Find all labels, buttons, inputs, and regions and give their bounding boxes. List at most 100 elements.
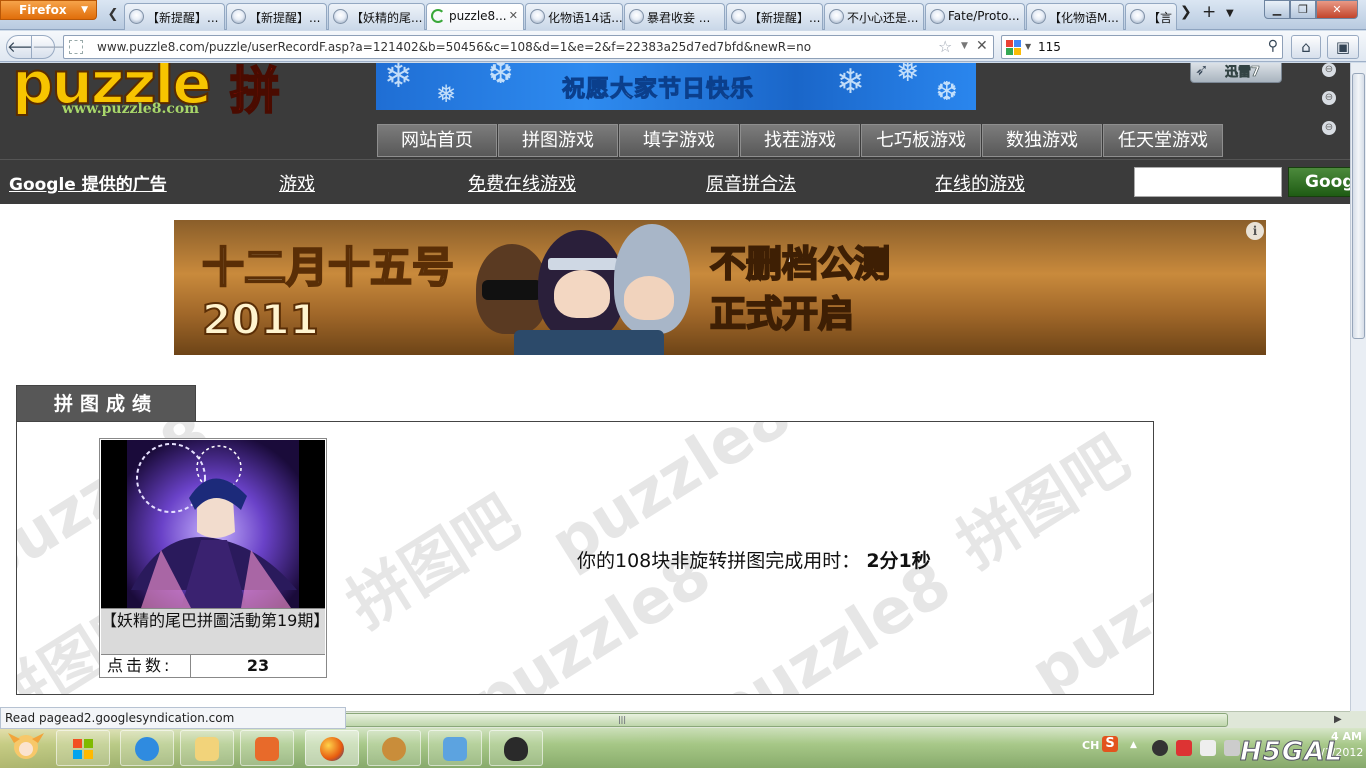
side-scroll-icon[interactable]: ⊖ — [1322, 63, 1336, 77]
result-time: 2分1秒 — [866, 550, 931, 572]
tab-10[interactable]: 【化物语M... — [1026, 3, 1124, 30]
tab-7[interactable]: 【新提醒】... — [726, 3, 823, 30]
tab-scroll-right-icon[interactable]: ❯ — [1180, 4, 1192, 20]
search-icon[interactable]: ⚲ — [1268, 38, 1278, 54]
show-hidden-icons[interactable]: ▲ — [1130, 740, 1137, 750]
tab-2[interactable]: 【新提醒】... — [226, 3, 327, 30]
back-button[interactable]: 🡐 — [6, 35, 47, 59]
windows-taskbar: CH S ▲ 4 AM 2/1/2012 — [0, 728, 1366, 768]
snowflake-icon: ❅ — [436, 80, 457, 108]
taskbar-internet-explorer[interactable] — [120, 730, 174, 766]
vertical-scrollbar-thumb[interactable] — [1352, 73, 1365, 339]
qq-tray-icon[interactable] — [1152, 740, 1168, 756]
game-ad-banner[interactable]: 十二月十五号 2011 不删档公测 正式开启 i — [174, 220, 1266, 355]
start-button[interactable] — [4, 729, 48, 767]
logo-url: www.puzzle8.com — [62, 101, 200, 117]
watermark: 拼图吧 — [334, 481, 532, 642]
forward-button[interactable]: 🡒 — [31, 35, 72, 59]
tab-puzzle8-active[interactable]: puzzle8... ✕ — [426, 3, 524, 30]
google-ad-links-bar: Google 提供的广告 游戏 免费在线游戏 原音拼合法 在线的游戏 Goog — [0, 159, 1350, 204]
tab-list-icon[interactable]: ▼ — [1226, 8, 1234, 19]
result-prefix: 你的108块非旋转拼图完成用时： — [577, 550, 861, 572]
xunlei-toolbar-button[interactable]: ➶ 迅雷7 — [1190, 63, 1282, 83]
qq-penguin-icon — [504, 737, 528, 761]
restore-icon[interactable]: ❐ — [1290, 0, 1316, 19]
google-search-button[interactable]: Goog — [1288, 167, 1350, 197]
site-identity-icon[interactable] — [69, 40, 83, 54]
taskbar-windows-orb[interactable] — [56, 730, 110, 766]
ad-link-free-online-games[interactable]: 免费在线游戏 — [468, 170, 576, 196]
snowflake-icon: ❄ — [384, 63, 413, 96]
close-tab-icon[interactable]: ✕ — [509, 9, 518, 22]
nav-tangram-games[interactable]: 七巧板游戏 — [861, 124, 981, 157]
tab-3[interactable]: 【妖精的尾... — [328, 3, 425, 30]
logo-cn-text: 拼 — [229, 63, 281, 121]
tab-controls: ❯ + ▼ — [1178, 2, 1248, 26]
tab-1[interactable]: 【新提醒】... — [124, 3, 225, 30]
vertical-scrollbar[interactable] — [1350, 63, 1366, 711]
tab-scroll-left-button[interactable]: ❮ — [104, 4, 122, 26]
minimize-icon[interactable]: ▁ — [1264, 0, 1290, 19]
taskbar-file-explorer[interactable] — [180, 730, 234, 766]
nav-sudoku-games[interactable]: 数独游戏 — [982, 124, 1102, 157]
windows-logo-icon — [73, 739, 93, 759]
navigation-toolbar: 🡐 🡒 www.puzzle8.com/puzzle/userRecordF.a… — [0, 31, 1366, 62]
tab-label: 【新提醒】... — [749, 11, 821, 25]
site-logo[interactable]: puzzle 拼 www.puzzle8.com — [8, 63, 353, 129]
stop-icon[interactable]: ✕ — [976, 38, 988, 54]
network-tray-icon[interactable] — [1200, 740, 1216, 756]
new-tab-icon[interactable]: + — [1202, 2, 1216, 22]
taskbar-media-player[interactable] — [240, 730, 294, 766]
taskbar-xunlei[interactable] — [367, 730, 421, 766]
home-button[interactable]: ⌂ — [1291, 35, 1321, 59]
side-scroll-icon[interactable]: ⊖ — [1322, 91, 1336, 105]
firefox-menu-button[interactable]: Firefox ▼ — [0, 0, 97, 20]
sogou-ime-icon[interactable]: S — [1102, 736, 1118, 752]
taskbar-qq[interactable] — [489, 730, 543, 766]
avatar-icon — [731, 9, 746, 24]
record-panel: puzzle8 拼图吧 puzzle8 拼图吧 拼图吧 puzzle8 puzz… — [16, 421, 1154, 695]
puzzle-title[interactable]: 【妖精的尾巴拼圖活動第19期】 — [101, 608, 329, 654]
tab-6[interactable]: 暴君收妾 ... — [624, 3, 725, 30]
tab-11[interactable]: 【言 — [1125, 3, 1177, 30]
taskbar-bird-app[interactable] — [428, 730, 482, 766]
side-scroll-icon[interactable]: ⊖ — [1322, 121, 1336, 135]
puzzle-thumbnail-image[interactable] — [101, 440, 325, 608]
url-bar[interactable]: www.puzzle8.com/puzzle/userRecordF.asp?a… — [63, 35, 994, 59]
security-tray-icon[interactable] — [1176, 740, 1192, 756]
tab-9[interactable]: Fate/Proto... — [925, 3, 1025, 30]
nav-nintendo-games[interactable]: 任天堂游戏 — [1103, 124, 1223, 157]
close-window-icon[interactable]: ✕ — [1316, 0, 1358, 19]
puzzle-card[interactable]: 【妖精的尾巴拼圖活動第19期】 点击数: 23 — [99, 438, 329, 678]
tab-label: 【新提醒】... — [249, 11, 321, 25]
taskbar-firefox[interactable] — [305, 730, 359, 766]
google-icon[interactable] — [1006, 40, 1022, 56]
loading-spinner-icon — [431, 9, 445, 23]
bookmark-star-icon[interactable]: ☆ — [938, 37, 952, 56]
tab-label: 【化物语M... — [1049, 11, 1119, 25]
volume-tray-icon[interactable] — [1224, 740, 1240, 756]
tab-5[interactable]: 化物语14话... — [525, 3, 623, 30]
scroll-right-icon[interactable]: ▶ — [1334, 714, 1342, 725]
addon-menu-button[interactable]: ▣ — [1327, 35, 1359, 59]
ad-link-games[interactable]: 游戏 — [279, 170, 315, 196]
url-history-dropdown-icon[interactable]: ▼ — [961, 41, 968, 51]
nav-home[interactable]: 网站首页 — [377, 124, 497, 157]
holiday-banner[interactable]: ❄ ❅ ❆ ❄ ❅ ❆ 祝愿大家节日快乐 — [376, 63, 976, 110]
language-indicator[interactable]: CH — [1082, 739, 1099, 752]
tab-8[interactable]: 不小心还是... — [824, 3, 924, 30]
internet-explorer-icon — [135, 737, 159, 761]
search-input[interactable]: 115 — [1038, 40, 1061, 54]
ad-link-pinyin[interactable]: 原音拼合法 — [706, 170, 796, 196]
nav-spot-difference-games[interactable]: 找茬游戏 — [740, 124, 860, 157]
nav-crossword-games[interactable]: 填字游戏 — [619, 124, 739, 157]
search-bar[interactable]: ▼ 115 ⚲ — [1001, 35, 1283, 59]
google-search-input[interactable] — [1134, 167, 1282, 197]
search-engine-dropdown-icon[interactable]: ▼ — [1025, 42, 1031, 51]
ad-info-icon[interactable]: i — [1246, 222, 1264, 240]
nav-jigsaw-games[interactable]: 拼图游戏 — [498, 124, 618, 157]
ads-by-google-link[interactable]: Google 提供的广告 — [9, 170, 167, 195]
tab-label: 【言 — [1148, 11, 1173, 25]
ad-link-online-games[interactable]: 在线的游戏 — [935, 170, 1025, 196]
url-text[interactable]: www.puzzle8.com/puzzle/userRecordF.asp?a… — [97, 40, 811, 54]
